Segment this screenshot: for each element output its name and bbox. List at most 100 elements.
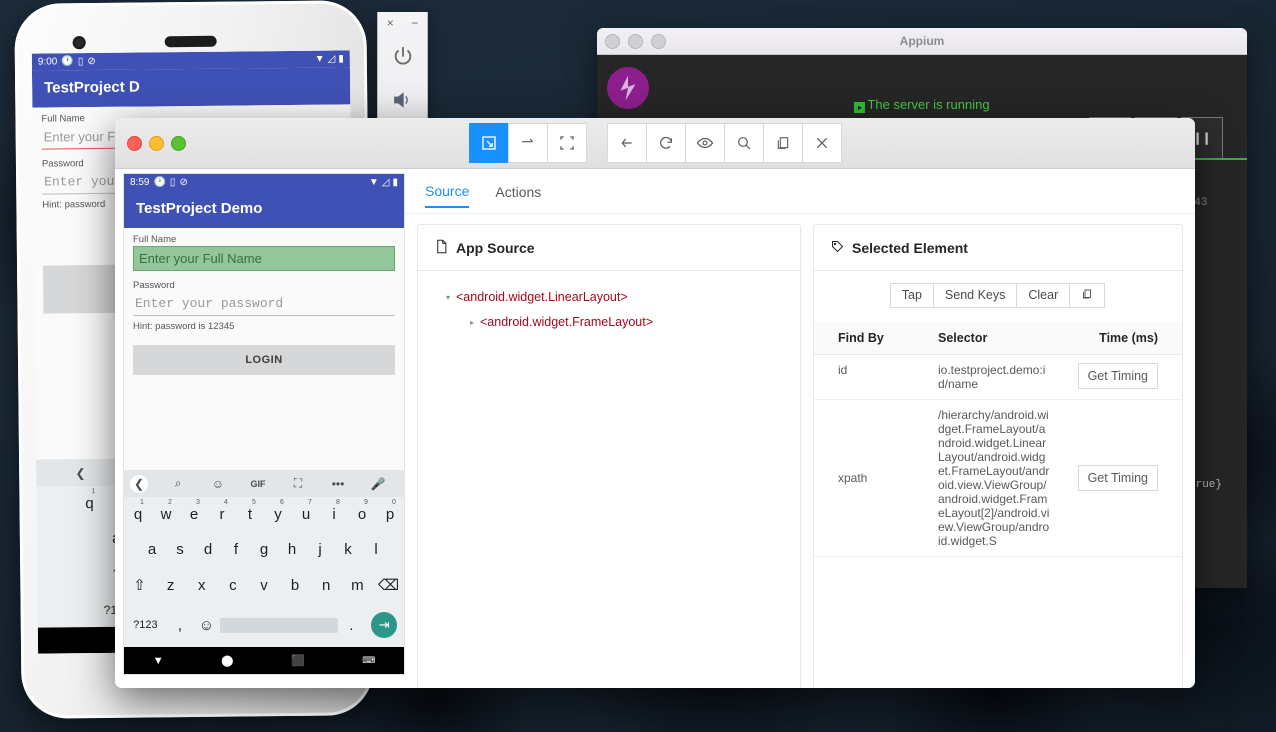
key-j[interactable]: j bbox=[306, 532, 334, 567]
window-minimize-button[interactable] bbox=[149, 136, 164, 151]
key-n[interactable]: n bbox=[311, 568, 342, 603]
key-p[interactable]: 0p bbox=[376, 497, 404, 532]
key-c[interactable]: c bbox=[217, 568, 248, 603]
more-icon[interactable]: ••• bbox=[318, 477, 358, 491]
get-timing-button[interactable]: Get Timing bbox=[1078, 465, 1158, 491]
key-d[interactable]: d bbox=[194, 532, 222, 567]
tree-node[interactable]: ▾ <android.widget.LinearLayout> bbox=[440, 287, 800, 307]
backspace-icon[interactable]: ⌫ bbox=[373, 567, 404, 603]
refresh-icon[interactable] bbox=[646, 123, 686, 163]
cell-find-by: xpath bbox=[814, 400, 932, 557]
copy-icon[interactable] bbox=[1069, 283, 1105, 308]
back-triangle-icon[interactable]: ▼ bbox=[153, 655, 164, 667]
key-a[interactable]: a bbox=[138, 532, 166, 567]
emulator-keyboard[interactable]: ❮ ⌕ ☺ GIF ⛶ ••• 🎤 1q 2w 3e 4r 5t bbox=[124, 470, 404, 674]
shift-icon[interactable]: ⇧ bbox=[124, 567, 155, 603]
search-icon[interactable]: ⌕ bbox=[158, 476, 198, 491]
key-comma[interactable]: , bbox=[167, 608, 193, 643]
app-source-tree[interactable]: ▾ <android.widget.LinearLayout> ▸ <andro… bbox=[418, 271, 800, 688]
appium-inspector-window[interactable]: 8:59 🕐 ▯ ⊘ ▼ ◿ ▮ TestProject Demo Full N… bbox=[115, 118, 1195, 688]
inspector-screenshot-pane[interactable]: 8:59 🕐 ▯ ⊘ ▼ ◿ ▮ TestProject Demo Full N… bbox=[115, 169, 405, 688]
key-z[interactable]: z bbox=[155, 568, 186, 603]
key-t[interactable]: 5t bbox=[236, 497, 264, 532]
emulator-nav-bar[interactable]: ▼ ⬤ ⬛ ⌨ bbox=[124, 647, 404, 674]
sticker-icon[interactable]: ☺ bbox=[198, 477, 238, 491]
minimize-icon[interactable]: − bbox=[411, 16, 418, 30]
document-icon bbox=[434, 239, 449, 257]
key-o[interactable]: 9o bbox=[348, 497, 376, 532]
emulator-login-button[interactable]: LOGIN bbox=[133, 345, 395, 375]
tree-node-label[interactable]: <android.widget.LinearLayout> bbox=[456, 290, 628, 304]
translate-icon[interactable]: ⛶ bbox=[278, 476, 318, 491]
emulator-keyboard-toolbar[interactable]: ❮ ⌕ ☺ GIF ⛶ ••• 🎤 bbox=[124, 470, 404, 497]
key-g[interactable]: g bbox=[250, 532, 278, 567]
key-u[interactable]: 7u bbox=[292, 497, 320, 532]
tree-node-label[interactable]: <android.widget.FrameLayout> bbox=[480, 315, 653, 329]
key-f[interactable]: f bbox=[222, 532, 250, 567]
close-icon[interactable] bbox=[802, 123, 842, 163]
tab-source[interactable]: Source bbox=[425, 174, 469, 208]
key-w[interactable]: 2w bbox=[152, 497, 180, 532]
emoji-icon[interactable]: ☺ bbox=[193, 608, 219, 643]
window-close-button[interactable] bbox=[127, 136, 142, 151]
key-r[interactable]: 4r bbox=[208, 497, 236, 532]
enter-icon[interactable]: ⇥ bbox=[364, 603, 404, 647]
eye-icon[interactable] bbox=[685, 123, 725, 163]
inspector-mode-toolbar[interactable] bbox=[470, 123, 587, 163]
key-x[interactable]: x bbox=[186, 568, 217, 603]
copy-icon[interactable] bbox=[763, 123, 803, 163]
key-y[interactable]: 6y bbox=[264, 497, 292, 532]
home-circle-icon[interactable]: ⬤ bbox=[221, 654, 233, 667]
clear-button[interactable]: Clear bbox=[1016, 283, 1070, 308]
key-l[interactable]: l bbox=[362, 532, 390, 567]
emulator-full-name-input[interactable]: Enter your Full Name bbox=[133, 246, 395, 271]
tap-button[interactable]: Tap bbox=[890, 283, 934, 308]
mic-icon[interactable]: 🎤 bbox=[358, 477, 398, 491]
key-q[interactable]: 1q bbox=[124, 497, 152, 532]
back-icon[interactable]: ❮ bbox=[42, 465, 119, 480]
emulator-keyboard-row-2[interactable]: a s d f g h j k l bbox=[124, 532, 404, 567]
chevron-down-icon[interactable]: ▾ bbox=[440, 293, 456, 302]
emulator-keyboard-row-4[interactable]: ?123 , ☺ . ⇥ bbox=[124, 603, 404, 647]
search-icon[interactable] bbox=[724, 123, 764, 163]
back-icon[interactable] bbox=[607, 123, 647, 163]
key-v[interactable]: v bbox=[248, 568, 279, 603]
key-h[interactable]: h bbox=[278, 532, 306, 567]
inspector-panes: App Source ▾ <android.widget.LinearLayou… bbox=[405, 214, 1195, 688]
emulator-keyboard-row-1[interactable]: 1q 2w 3e 4r 5t 6y 7u 8i 9o 0p bbox=[124, 497, 404, 532]
swipe-icon[interactable] bbox=[508, 123, 548, 163]
key-s[interactable]: s bbox=[166, 532, 194, 567]
key-period[interactable]: . bbox=[338, 608, 364, 643]
close-icon[interactable]: × bbox=[387, 16, 394, 30]
key-numbers[interactable]: ?123 bbox=[124, 610, 167, 640]
key-i[interactable]: 8i bbox=[320, 497, 348, 532]
emulator-keyboard-row-3[interactable]: ⇧ z x c v b n m ⌫ bbox=[124, 567, 404, 603]
chevron-right-icon[interactable]: ▸ bbox=[464, 318, 480, 327]
send-keys-button[interactable]: Send Keys bbox=[933, 283, 1017, 308]
volume-icon[interactable] bbox=[378, 78, 427, 122]
keyboard-icon[interactable]: ⌨ bbox=[362, 655, 375, 666]
back-icon[interactable]: ❮ bbox=[130, 475, 148, 493]
gif-icon[interactable]: GIF bbox=[238, 479, 278, 489]
cell-selector[interactable]: /hierarchy/android.widget.FrameLayout/an… bbox=[932, 400, 1056, 557]
power-icon[interactable] bbox=[378, 34, 427, 78]
key-k[interactable]: k bbox=[334, 532, 362, 567]
tab-actions[interactable]: Actions bbox=[495, 175, 541, 207]
window-maximize-button[interactable] bbox=[171, 136, 186, 151]
inspector-window-controls[interactable] bbox=[127, 136, 186, 151]
key-m[interactable]: m bbox=[342, 568, 373, 603]
tap-by-coordinates-icon[interactable] bbox=[547, 123, 587, 163]
key-space[interactable] bbox=[220, 609, 339, 642]
recents-square-icon[interactable]: ⬛ bbox=[291, 654, 305, 667]
key-b[interactable]: b bbox=[280, 568, 311, 603]
element-action-buttons[interactable]: Tap Send Keys Clear bbox=[814, 283, 1182, 308]
inspector-action-toolbar[interactable] bbox=[608, 123, 842, 163]
select-element-icon[interactable] bbox=[469, 123, 509, 163]
key-e[interactable]: 3e bbox=[180, 497, 208, 532]
emulator-password-input[interactable]: Enter your password bbox=[133, 292, 395, 316]
get-timing-button[interactable]: Get Timing bbox=[1078, 363, 1158, 389]
tree-node[interactable]: ▸ <android.widget.FrameLayout> bbox=[440, 307, 800, 332]
inspector-tabs[interactable]: Source Actions bbox=[405, 169, 1195, 214]
emulator-screenshot[interactable]: 8:59 🕐 ▯ ⊘ ▼ ◿ ▮ TestProject Demo Full N… bbox=[123, 173, 405, 675]
cell-selector[interactable]: io.testproject.demo:id/name bbox=[932, 355, 1056, 400]
